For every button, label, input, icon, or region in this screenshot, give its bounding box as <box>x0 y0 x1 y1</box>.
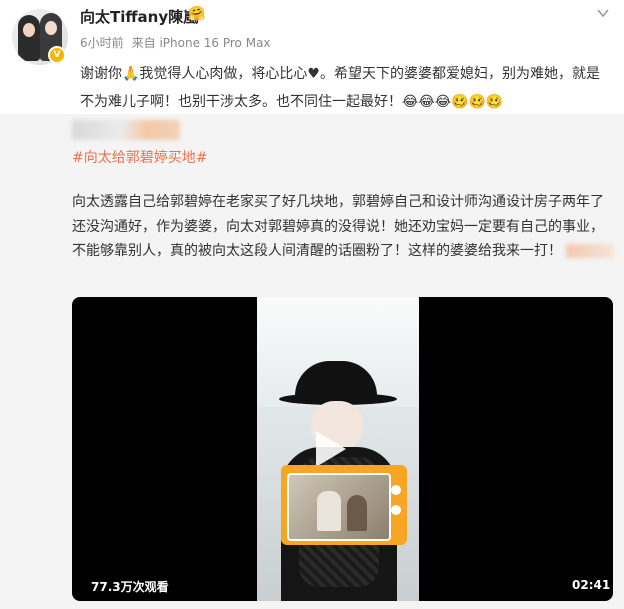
video-duration: 02:41 <box>572 578 611 592</box>
avatar-face-left <box>23 23 35 37</box>
avatar-person-left <box>18 15 40 61</box>
avatar-face-right <box>45 21 57 35</box>
repost-text-body: 向太透露自己给郭碧婷在老家买了好几块地，郭碧婷自己和设计师沟通设计房子两年了还没… <box>72 194 604 259</box>
inset-scene-person-left <box>317 491 341 531</box>
inset-scene-person-right <box>347 495 367 531</box>
post-time[interactable]: 6小时前 <box>80 36 124 50</box>
video-view-count: 77.3万次观看 <box>91 580 169 594</box>
verified-icon: V <box>48 46 66 64</box>
repost-text: 向太透露自己给郭碧婷在老家买了好几块地，郭碧婷自己和设计师沟通设计房子两年了还没… <box>72 190 617 264</box>
post-text: 谢谢你🙏我觉得人心肉做，将心比心♥。希望天下的婆婆都爱媳妇，别为难她，就是不为难… <box>80 66 600 110</box>
weibo-post-card: V 向太Tiffany陳嵐 🤗 6小时前 来自 iPhone 16 Pro Max… <box>0 0 624 609</box>
author-emoji: 🤗 <box>188 6 206 22</box>
video-inset-tv <box>281 465 407 545</box>
inset-tv-knob-top <box>391 485 401 495</box>
author-name[interactable]: 向太Tiffany陳嵐 <box>80 6 198 27</box>
inset-tv-knob-bottom <box>391 505 401 515</box>
video-player[interactable]: 77.3万次观看 02:41 <box>72 297 613 601</box>
post-source: 来自 iPhone 16 Pro Max <box>131 36 271 50</box>
blurred-repost-author <box>72 120 180 140</box>
chevron-down-icon[interactable] <box>596 6 610 20</box>
post-meta: 6小时前 来自 iPhone 16 Pro Max <box>80 34 271 51</box>
blurred-text-tail <box>566 244 615 258</box>
repost-topic-link[interactable]: #向太给郭碧婷买地# <box>72 147 207 167</box>
play-icon[interactable] <box>316 431 346 467</box>
inset-tv-screen <box>287 473 391 541</box>
